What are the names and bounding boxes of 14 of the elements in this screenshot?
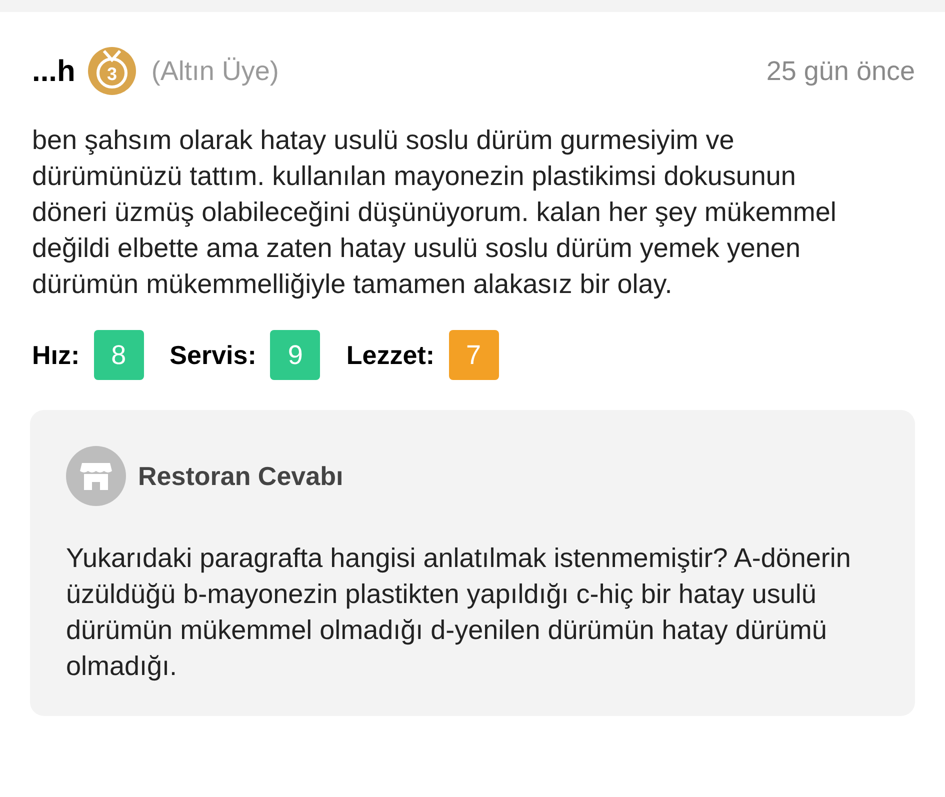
- username: ...h: [32, 54, 76, 90]
- rating-label: Hız:: [32, 338, 80, 372]
- review-text: ben şahsım olarak hatay usulü soslu dürüm gurmesiyim ve dürümünüzü tattım. kullanılan mayonezin plastikimsi dokusunun döneri üzmüş olabileceğini düşünüyorum. kalan her şey mükemmel değildi elbette ama zaten hatay usulü soslu dürüm yemek yenen dürümün mükemmelliğiyle tamamen alakasız bir olay.: [32, 124, 838, 301]
- reply-title: Restoran Cevabı: [138, 460, 344, 492]
- rating-label: Servis:: [170, 338, 256, 372]
- review-time: 25 gün önce: [766, 54, 915, 88]
- score-badge: 7: [448, 330, 499, 380]
- medal-icon: 3: [87, 46, 138, 96]
- rating-label: Lezzet:: [346, 338, 435, 372]
- reply-text: Yukarıdaki paragrafta hangisi anlatılmak istenmemiştir? A-dönerin üzüldüğü b-mayonezin plastikten yapıldığı c-hiç bir hatay usulü dürümün mükemmel olmadığı d-yenilen dürümün hatay dürümü olmadığı.: [66, 542, 852, 683]
- score-badge: 8: [94, 330, 144, 380]
- score-badge: 9: [270, 330, 320, 380]
- store-icon: [66, 446, 126, 506]
- membership-label: (Altın Üye): [151, 54, 279, 88]
